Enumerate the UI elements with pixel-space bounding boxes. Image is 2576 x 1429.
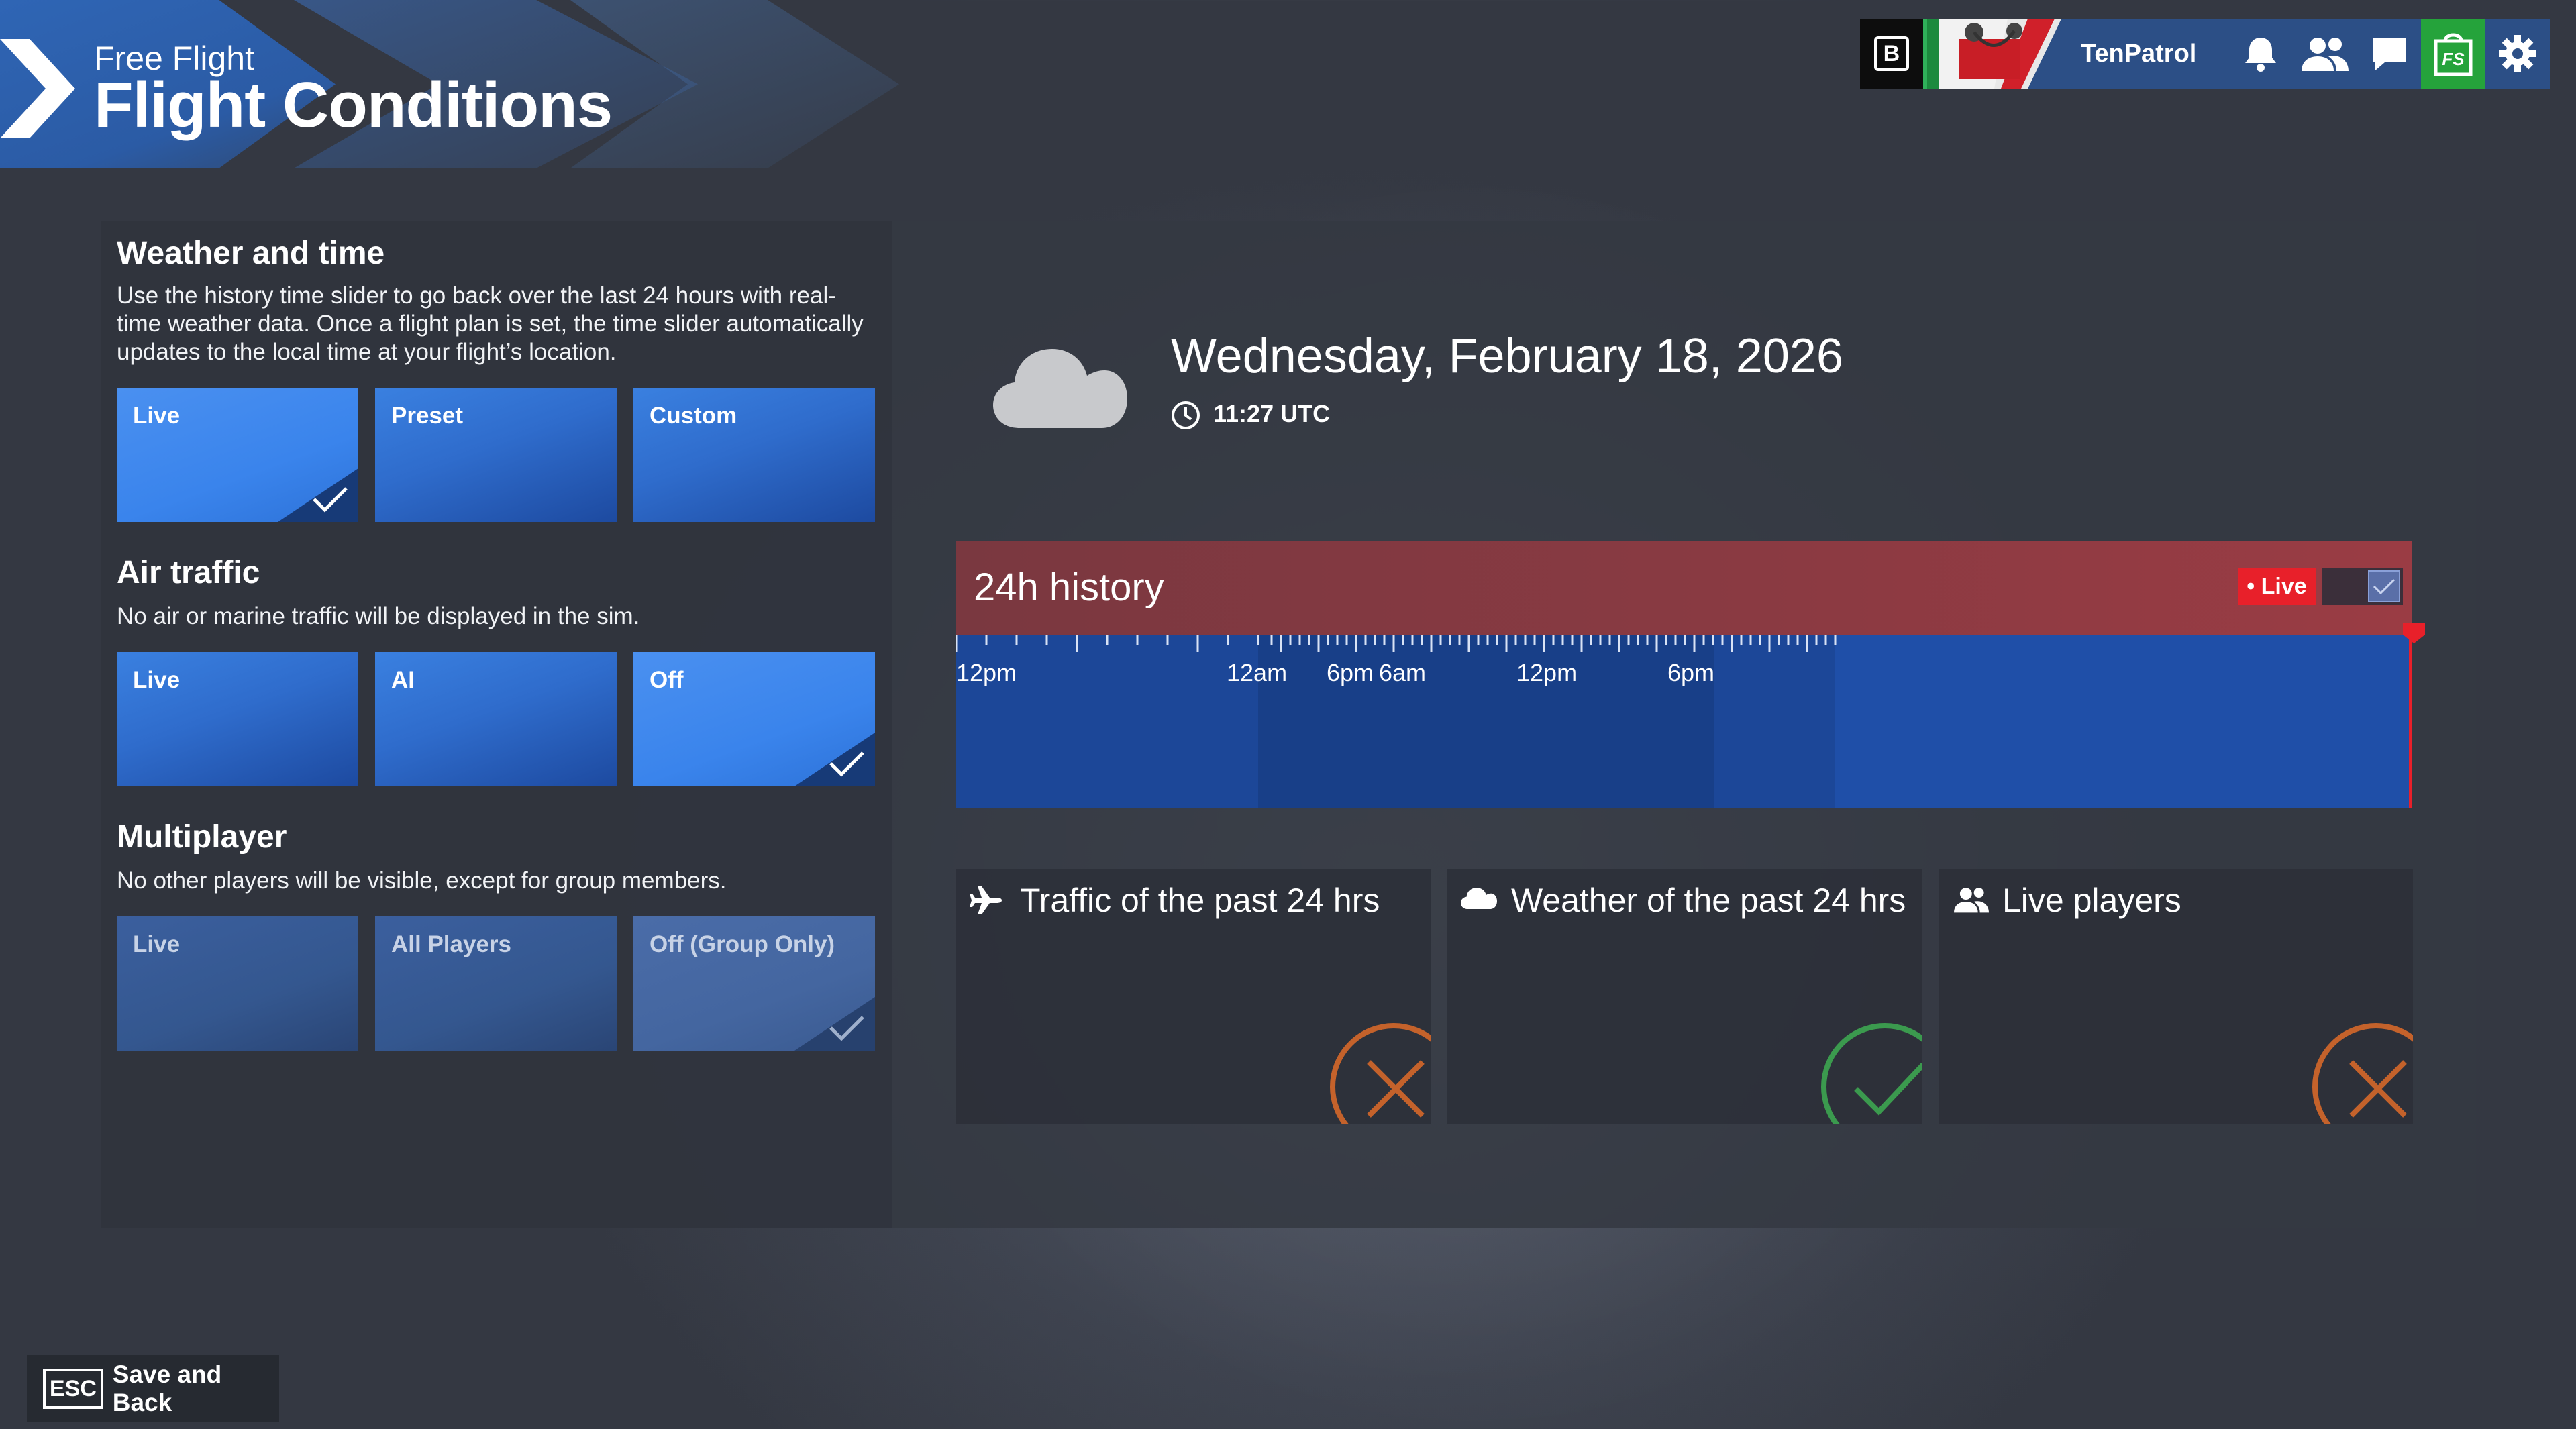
card-weather-history: Weather of the past 24 hrs xyxy=(1447,869,1922,1124)
section-desc-multiplayer: No other players will be visible, except… xyxy=(117,867,727,894)
checkmark-icon xyxy=(2373,578,2395,595)
save-and-back-button[interactable]: ESC Save and Back xyxy=(27,1355,279,1422)
checkmark-icon xyxy=(829,1016,864,1041)
section-title-air-traffic: Air traffic xyxy=(117,555,260,590)
available-status-icon xyxy=(1821,1023,1922,1124)
option-label: Custom xyxy=(650,403,737,429)
b-badge[interactable]: B xyxy=(1860,19,1927,89)
tick-label: 12pm xyxy=(1516,659,1578,686)
clock-icon xyxy=(1172,401,1200,429)
selected-corner xyxy=(794,997,875,1051)
cloud-icon xyxy=(993,349,1127,428)
option-traffic-off[interactable]: Off xyxy=(633,652,875,786)
avatar[interactable] xyxy=(1926,19,2062,89)
history-ticks xyxy=(956,635,1837,652)
friends-icon[interactable] xyxy=(2293,19,2357,89)
checkmark-icon xyxy=(313,487,348,513)
players-icon xyxy=(1953,888,1990,913)
history-header: 24h history • Live xyxy=(956,541,2412,635)
store-icon[interactable]: FS xyxy=(2421,19,2486,89)
esc-key-hint: ESC xyxy=(43,1369,103,1409)
option-label: Live xyxy=(133,403,181,429)
save-and-back-label: Save and Back xyxy=(112,1361,222,1416)
live-toggle-knob xyxy=(2368,570,2400,602)
current-date: Wednesday, February 18, 2026 xyxy=(1171,329,1843,383)
card-title: Weather of the past 24 hrs xyxy=(1511,882,1906,919)
option-label: All Players xyxy=(391,931,511,957)
back-chevron-icon[interactable] xyxy=(0,39,75,138)
card-title: Live players xyxy=(2002,882,2181,919)
option-label: Off xyxy=(650,667,684,693)
plane-icon xyxy=(970,886,1002,914)
history-slider-track[interactable]: 12pm 12am 6pm 6am 12pm 6pm xyxy=(956,635,2412,808)
option-weather-live[interactable]: Live xyxy=(117,388,358,522)
current-time: 11:27 UTC xyxy=(1213,400,1331,427)
option-multiplayer-off-group-only[interactable]: Off (Group Only) xyxy=(633,916,875,1051)
option-traffic-live[interactable]: Live xyxy=(117,652,358,786)
store-icon-label: FS xyxy=(2442,49,2465,69)
avatar-image xyxy=(1926,19,2062,89)
unavailable-status-icon xyxy=(1330,1023,1431,1124)
username[interactable]: TenPatrol xyxy=(2081,40,2228,68)
card-title: Traffic of the past 24 hrs xyxy=(1020,882,1380,919)
option-multiplayer-live[interactable]: Live xyxy=(117,916,358,1051)
option-multiplayer-all-players[interactable]: All Players xyxy=(375,916,617,1051)
page-title: Flight Conditions xyxy=(94,69,613,141)
option-traffic-ai[interactable]: AI xyxy=(375,652,617,786)
selected-corner xyxy=(278,468,358,522)
card-live-players: Live players xyxy=(1939,869,2413,1124)
tick-label: 6pm xyxy=(1667,659,1715,686)
section-desc-weather-time: Use the history time slider to go back o… xyxy=(117,282,864,365)
option-label: Off (Group Only) xyxy=(650,931,835,957)
option-label: AI xyxy=(391,667,415,693)
option-weather-custom[interactable]: Custom xyxy=(633,388,875,522)
live-toggle[interactable] xyxy=(2322,568,2403,605)
settings-column: Weather and time Use the history time sl… xyxy=(101,221,892,1228)
b-badge-label: B xyxy=(1873,36,1909,71)
option-weather-preset[interactable]: Preset xyxy=(375,388,617,522)
selected-corner xyxy=(794,733,875,786)
section-desc-air-traffic: No air or marine traffic will be display… xyxy=(117,603,640,629)
bell-icon[interactable] xyxy=(2228,19,2293,89)
tick-label: 12am xyxy=(1227,659,1288,686)
card-traffic-history: Traffic of the past 24 hrs xyxy=(956,869,1431,1124)
top-bar: B TenPatrol FS xyxy=(1860,19,2550,89)
option-label: Live xyxy=(133,667,181,693)
tick-label: 6am xyxy=(1379,659,1427,686)
gear-icon[interactable] xyxy=(2485,19,2550,89)
section-title-multiplayer: Multiplayer xyxy=(117,819,287,855)
history-title: 24h history xyxy=(974,566,1164,609)
cloud-icon xyxy=(1461,888,1497,910)
tick-label: 6pm xyxy=(1327,659,1374,686)
history-position-line xyxy=(2409,635,2412,808)
option-label: Live xyxy=(133,931,181,957)
chat-icon[interactable] xyxy=(2357,19,2422,89)
live-badge: • Live xyxy=(2238,568,2316,605)
unavailable-status-icon xyxy=(2312,1023,2413,1124)
history-slider-handle[interactable] xyxy=(2402,621,2426,644)
checkmark-icon xyxy=(829,751,864,777)
tick-label: 12pm xyxy=(956,659,1017,686)
section-title-weather-time: Weather and time xyxy=(117,235,385,271)
option-label: Preset xyxy=(391,403,464,429)
